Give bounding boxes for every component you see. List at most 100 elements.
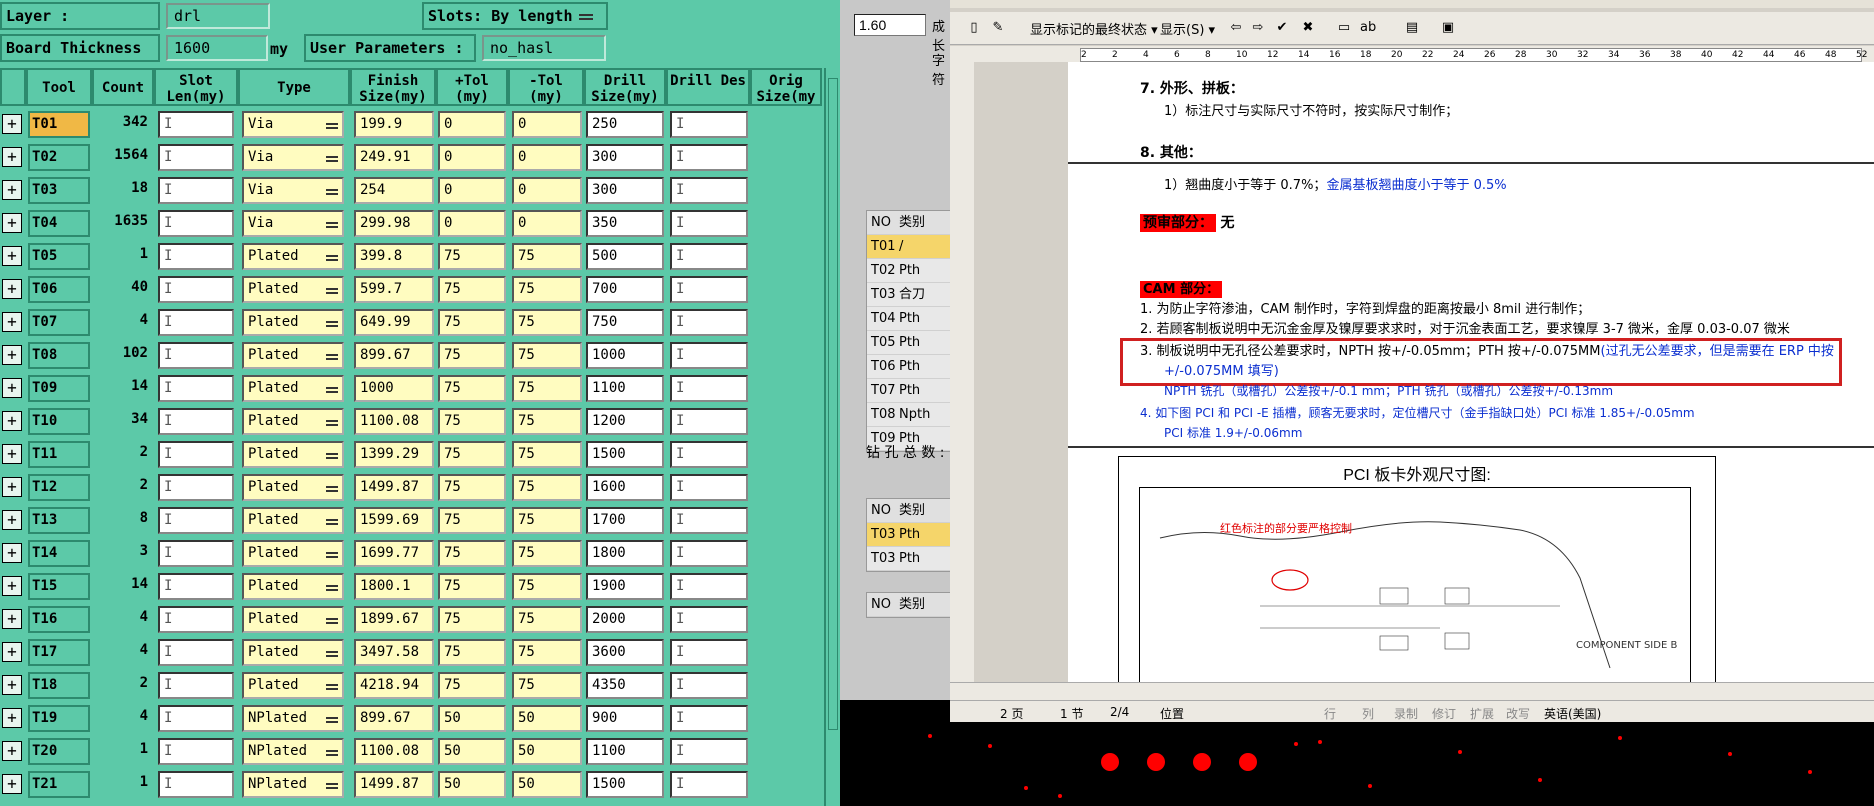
tool-cell[interactable]: T08 [28, 342, 90, 369]
type-dropdown[interactable]: Plated [242, 474, 344, 501]
list-item[interactable]: T05 Pth [867, 331, 950, 355]
expand-icon[interactable]: + [2, 510, 22, 530]
tool-cell[interactable]: T14 [28, 540, 90, 567]
finish-size-input[interactable]: 599.7 [354, 276, 434, 303]
drill-size-input[interactable]: 250 [586, 111, 664, 138]
drill-des-input[interactable]: I [670, 672, 748, 699]
horizontal-scrollbar[interactable] [950, 682, 1874, 701]
slot-len-input[interactable]: I [158, 309, 234, 336]
finish-size-input[interactable]: 899.67 [354, 705, 434, 732]
expand-icon[interactable]: + [2, 708, 22, 728]
slot-len-input[interactable]: I [158, 243, 234, 270]
tool-cell[interactable]: T02 [28, 144, 90, 171]
slot-len-input[interactable]: I [158, 276, 234, 303]
table-row[interactable]: + T15 14 I Plated 1800.1 75 75 1900 I [0, 570, 820, 603]
drill-des-input[interactable]: I [670, 606, 748, 633]
table-row[interactable]: + T06 40 I Plated 599.7 75 75 700 I [0, 273, 820, 306]
drill-des-input[interactable]: I [670, 243, 748, 270]
reject-change-icon[interactable]: ✖ [1300, 20, 1316, 36]
type-dropdown[interactable]: Plated [242, 540, 344, 567]
finish-size-input[interactable]: 1800.1 [354, 573, 434, 600]
table-row[interactable]: + T21 1 I NPlated 1499.87 50 50 1500 I [0, 768, 820, 801]
drill-des-input[interactable]: I [670, 738, 748, 765]
finish-size-input[interactable]: 1399.29 [354, 441, 434, 468]
drill-des-input[interactable]: I [670, 276, 748, 303]
plus-tol-input[interactable]: 50 [438, 771, 506, 798]
finish-size-input[interactable]: 254 [354, 177, 434, 204]
expand-icon[interactable]: + [2, 609, 22, 629]
minus-tol-input[interactable]: 75 [512, 606, 582, 633]
tool-cell[interactable]: T18 [28, 672, 90, 699]
list-item[interactable]: T03 合刀 [867, 283, 950, 307]
expand-icon[interactable]: + [2, 114, 22, 134]
slot-len-input[interactable]: I [158, 441, 234, 468]
slots-dropdown[interactable]: Slots: By length [422, 2, 608, 30]
finish-size-input[interactable]: 299.98 [354, 210, 434, 237]
header-drill-des[interactable]: Drill Des [666, 68, 750, 106]
slot-len-input[interactable]: I [158, 111, 234, 138]
plus-tol-input[interactable]: 75 [438, 606, 506, 633]
reviewing-pane-icon[interactable]: ▤ [1404, 20, 1420, 36]
drill-des-input[interactable]: I [670, 507, 748, 534]
drill-size-input[interactable]: 300 [586, 177, 664, 204]
minus-tol-input[interactable]: 75 [512, 474, 582, 501]
vertical-scrollbar[interactable] [824, 68, 840, 806]
track-icon[interactable]: ✎ [990, 20, 1006, 36]
tool-cell[interactable]: T21 [28, 771, 90, 798]
tool-cell[interactable]: T05 [28, 243, 90, 270]
table-row[interactable]: + T08 102 I Plated 899.67 75 75 1000 I [0, 339, 820, 372]
value-field[interactable]: 1.60 [854, 14, 926, 36]
show-dropdown[interactable]: 显示(S) ▾ [1160, 19, 1215, 38]
header-drill-size[interactable]: Drill Size(my) [584, 68, 666, 106]
minus-tol-input[interactable]: 0 [512, 144, 582, 171]
finish-size-input[interactable]: 899.67 [354, 342, 434, 369]
slot-len-input[interactable]: I [158, 474, 234, 501]
plus-tol-input[interactable]: 75 [438, 474, 506, 501]
status-trk[interactable]: 修订 [1432, 705, 1456, 722]
tool-cell[interactable]: T19 [28, 705, 90, 732]
minus-tol-input[interactable]: 75 [512, 639, 582, 666]
header-type[interactable]: Type [238, 68, 350, 106]
minus-tol-input[interactable]: 50 [512, 705, 582, 732]
markup-mode-dropdown[interactable]: 显示标记的最终状态 ▾ [1030, 19, 1158, 38]
drill-des-input[interactable]: I [670, 309, 748, 336]
drill-size-input[interactable]: 1500 [586, 771, 664, 798]
finish-size-input[interactable]: 1499.87 [354, 474, 434, 501]
drill-size-input[interactable]: 1500 [586, 441, 664, 468]
minus-tol-input[interactable]: 75 [512, 408, 582, 435]
drill-des-input[interactable]: I [670, 573, 748, 600]
plus-tol-input[interactable]: 75 [438, 276, 506, 303]
expand-icon[interactable]: + [2, 246, 22, 266]
slot-len-input[interactable]: I [158, 177, 234, 204]
finish-size-input[interactable]: 249.91 [354, 144, 434, 171]
finish-size-input[interactable]: 649.99 [354, 309, 434, 336]
list-item[interactable]: T02 Pth [867, 259, 950, 283]
header-slot-len[interactable]: Slot Len(my) [154, 68, 238, 106]
list-item[interactable]: T06 Pth [867, 355, 950, 379]
list-item[interactable]: T04 Pth [867, 307, 950, 331]
plus-tol-input[interactable]: 50 [438, 738, 506, 765]
layer-field[interactable]: drl [166, 3, 270, 29]
drill-des-input[interactable]: I [670, 540, 748, 567]
slot-len-input[interactable]: I [158, 408, 234, 435]
new-doc-icon[interactable]: ▯ [966, 20, 982, 36]
drill-size-input[interactable]: 1100 [586, 375, 664, 402]
drill-size-input[interactable]: 900 [586, 705, 664, 732]
type-dropdown[interactable]: Plated [242, 408, 344, 435]
drill-size-input[interactable]: 3600 [586, 639, 664, 666]
expand-icon[interactable]: + [2, 774, 22, 794]
plus-tol-input[interactable]: 75 [438, 507, 506, 534]
slot-len-input[interactable]: I [158, 606, 234, 633]
document-page[interactable]: 7. 外形、拼板： 1）标注尺寸与实际尺寸不符时，按实际尺寸制作； 8. 其他：… [1068, 62, 1874, 682]
type-dropdown[interactable]: Plated [242, 276, 344, 303]
table-row[interactable]: + T19 4 I NPlated 899.67 50 50 900 I [0, 702, 820, 735]
minus-tol-input[interactable]: 75 [512, 375, 582, 402]
type-dropdown[interactable]: Plated [242, 573, 344, 600]
plus-tol-input[interactable]: 75 [438, 573, 506, 600]
plus-tol-input[interactable]: 0 [438, 210, 506, 237]
drill-des-input[interactable]: I [670, 144, 748, 171]
minus-tol-input[interactable]: 50 [512, 771, 582, 798]
slot-len-input[interactable]: I [158, 375, 234, 402]
expand-icon[interactable]: + [2, 312, 22, 332]
drill-size-input[interactable]: 1900 [586, 573, 664, 600]
